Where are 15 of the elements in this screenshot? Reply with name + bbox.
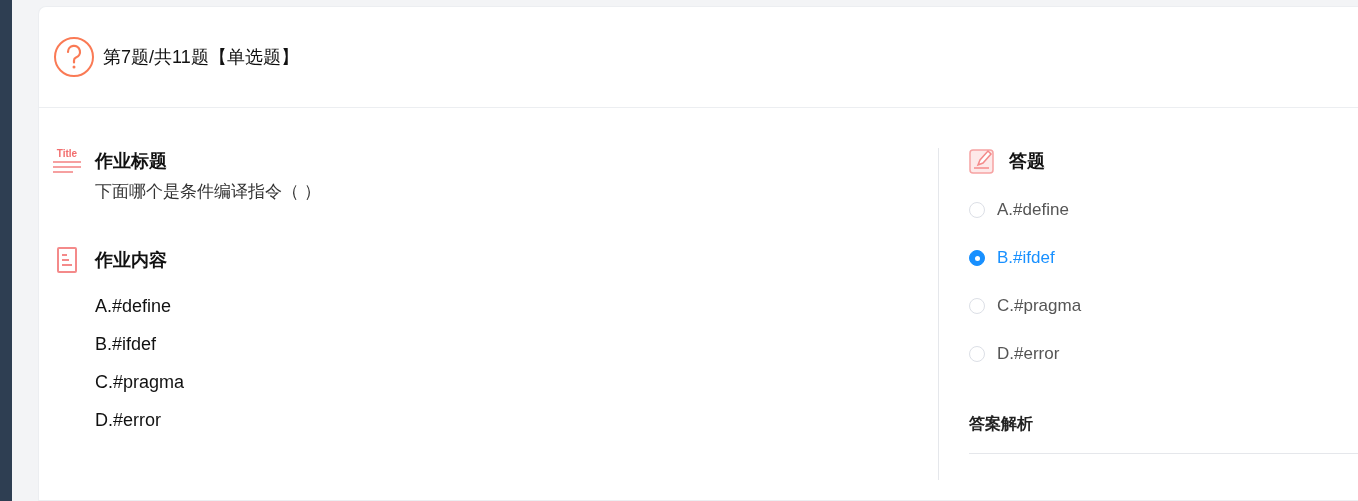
answer-option[interactable]: D.#error bbox=[969, 344, 1358, 364]
question-counter: 第7题/共11题【单选题】 bbox=[103, 46, 299, 69]
section-heading: 答题 bbox=[1009, 150, 1045, 173]
section-heading: 作业标题 bbox=[95, 150, 167, 173]
analysis-label: 答案解析 bbox=[969, 414, 1358, 454]
edit-icon bbox=[969, 148, 995, 174]
option-text: B.#ifdef bbox=[95, 333, 158, 355]
question-text: 下面哪个是条件编译指令（ ） bbox=[95, 181, 322, 203]
option-text: C.#pragma bbox=[95, 371, 186, 393]
section-heading: 作业内容 bbox=[95, 249, 167, 272]
answer-option[interactable]: C.#pragma bbox=[969, 296, 1358, 316]
answer-option[interactable]: A.#define bbox=[969, 200, 1358, 220]
option-text: A.#define bbox=[95, 295, 173, 317]
help-icon bbox=[53, 36, 95, 78]
option-text: D.#error bbox=[95, 409, 162, 431]
